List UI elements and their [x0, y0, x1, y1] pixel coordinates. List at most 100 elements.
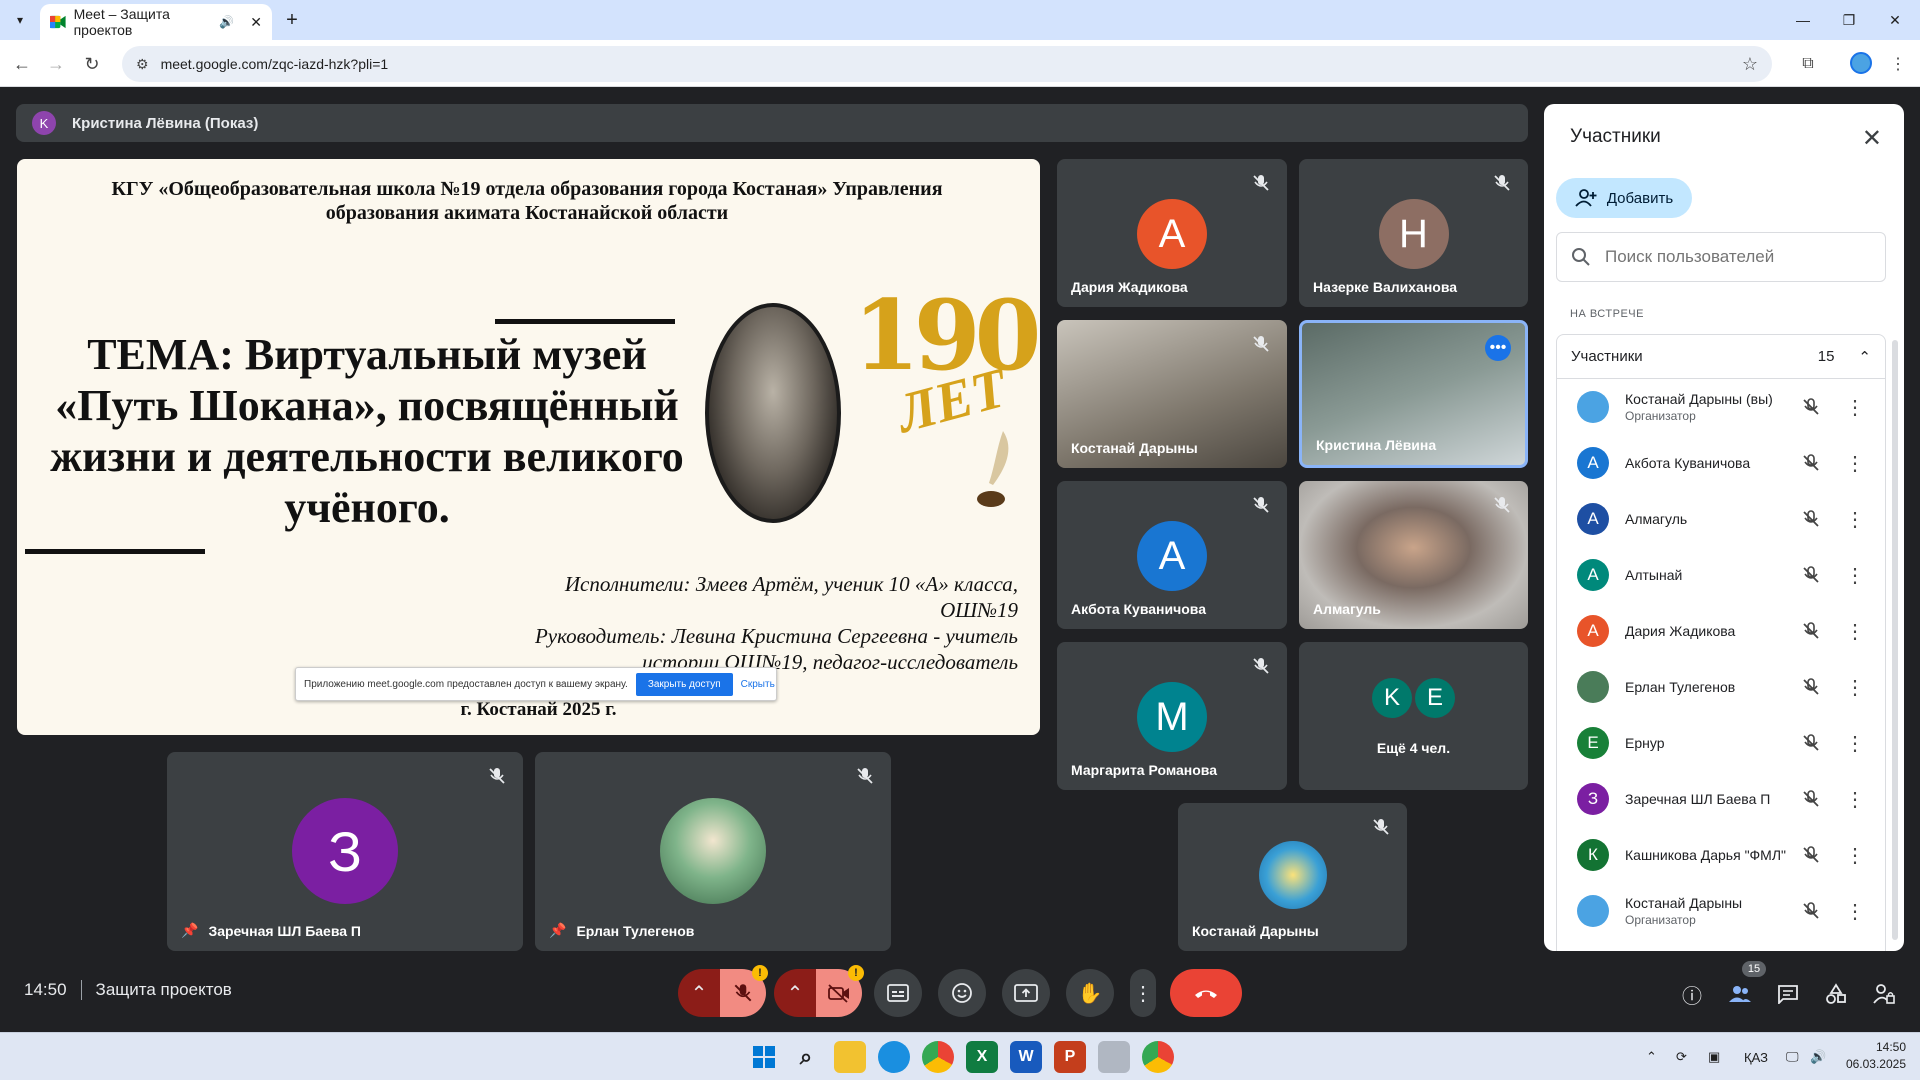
- meeting-details-icon[interactable]: ⓘ: [1678, 980, 1706, 1008]
- excel-icon[interactable]: X: [966, 1041, 998, 1073]
- chrome-icon[interactable]: [1142, 1041, 1174, 1073]
- back-button[interactable]: ←: [8, 50, 36, 78]
- participant-tile[interactable]: Н Назерке Валиханова: [1299, 159, 1528, 307]
- mic-off-icon[interactable]: [1801, 901, 1821, 921]
- new-tab-button[interactable]: +: [280, 8, 304, 32]
- video-options-button[interactable]: ⌃: [774, 969, 816, 1017]
- mic-off-icon[interactable]: [1801, 733, 1821, 753]
- participant-row[interactable]: А Алмагуль ⋮: [1557, 491, 1885, 547]
- leave-call-button[interactable]: [1170, 969, 1242, 1017]
- participant-row[interactable]: А Алтынай ⋮: [1557, 547, 1885, 603]
- participant-tile[interactable]: З 📌 Заречная ШЛ Баева П: [167, 752, 523, 951]
- network-icon[interactable]: 🖵: [1786, 1045, 1799, 1069]
- stop-sharing-button[interactable]: Закрыть доступ: [635, 672, 733, 696]
- chevron-up-icon[interactable]: ⌃: [1858, 348, 1871, 366]
- volume-icon[interactable]: 🔊: [1810, 1045, 1826, 1069]
- mic-off-icon[interactable]: [1801, 565, 1821, 585]
- site-info-icon[interactable]: ⚙: [136, 56, 149, 73]
- close-panel-icon[interactable]: ✕: [1862, 124, 1882, 153]
- bookmark-star-icon[interactable]: ☆: [1742, 54, 1758, 75]
- add-people-button[interactable]: Добавить: [1556, 178, 1692, 218]
- edge-icon[interactable]: [878, 1041, 910, 1073]
- tray-app-icon[interactable]: ⟳: [1676, 1045, 1687, 1069]
- participant-tile[interactable]: Костанай Дарыны: [1178, 803, 1407, 951]
- more-vert-icon[interactable]: ⋮: [1845, 395, 1865, 420]
- participant-row[interactable]: К Кашникова Дарья "ФМЛ" ⋮: [1557, 827, 1885, 883]
- participant-tile[interactable]: 📌 Ерлан Тулегенов: [535, 752, 891, 951]
- participant-video-tile[interactable]: Костанай Дарыны: [1057, 320, 1287, 468]
- present-screen-button[interactable]: [1002, 969, 1050, 1017]
- more-vert-icon[interactable]: ⋮: [1845, 731, 1865, 756]
- participant-row[interactable]: Ерлан Тулегенов ⋮: [1557, 659, 1885, 715]
- mic-off-icon[interactable]: [1801, 621, 1821, 641]
- more-options-button[interactable]: ⋮: [1130, 969, 1156, 1017]
- powerpoint-icon[interactable]: P: [1054, 1041, 1086, 1073]
- tab-search-icon[interactable]: ▾: [8, 8, 32, 32]
- more-vert-icon[interactable]: ⋮: [1845, 787, 1865, 812]
- speaker-icon[interactable]: 🔊: [219, 15, 234, 29]
- mic-off-icon[interactable]: [1801, 845, 1821, 865]
- audio-options-button[interactable]: ⌃: [678, 969, 720, 1017]
- url-text[interactable]: meet.google.com/zqc-iazd-hzk?pli=1: [161, 56, 389, 72]
- more-vert-icon[interactable]: ⋮: [1845, 563, 1865, 588]
- word-icon[interactable]: W: [1010, 1041, 1042, 1073]
- chat-icon[interactable]: [1774, 980, 1802, 1008]
- search-input[interactable]: [1605, 247, 1865, 267]
- participant-tile[interactable]: А Акбота Куваничова: [1057, 481, 1287, 629]
- reload-button[interactable]: ↻: [78, 50, 106, 78]
- mic-off-icon[interactable]: [1801, 453, 1821, 473]
- participants-group-header[interactable]: Участники 15 ⌃: [1557, 335, 1885, 379]
- participant-row[interactable]: Костанай Дарыны Организатор ⋮: [1557, 883, 1885, 939]
- file-explorer-icon[interactable]: [834, 1041, 866, 1073]
- participant-tile[interactable]: А Дария Жадикова: [1057, 159, 1287, 307]
- search-box[interactable]: [1556, 232, 1886, 282]
- extensions-icon[interactable]: ⧉: [1794, 50, 1822, 78]
- minimize-button[interactable]: —: [1780, 0, 1826, 40]
- system-clock[interactable]: 14:50 06.03.2025: [1836, 1039, 1906, 1073]
- more-participants-tile[interactable]: K E Ещё 4 чел.: [1299, 642, 1528, 790]
- mic-off-icon[interactable]: [1801, 677, 1821, 697]
- more-vert-icon[interactable]: ⋮: [1845, 619, 1865, 644]
- hide-notice-button[interactable]: Скрыть: [741, 679, 775, 690]
- mic-off-icon[interactable]: [1801, 509, 1821, 529]
- app-icon[interactable]: [1098, 1041, 1130, 1073]
- menu-icon[interactable]: ⋮: [1884, 50, 1912, 78]
- tray-expand-icon[interactable]: ⌃: [1646, 1045, 1657, 1069]
- mic-off-icon[interactable]: [1801, 789, 1821, 809]
- participant-row[interactable]: А Акбота Куваничова ⋮: [1557, 435, 1885, 491]
- panel-scrollbar[interactable]: [1892, 340, 1898, 940]
- participant-video-tile[interactable]: ••• Кристина Лёвина: [1299, 320, 1528, 468]
- mic-off-icon[interactable]: [1801, 397, 1821, 417]
- more-options-icon[interactable]: •••: [1485, 335, 1511, 361]
- pin-icon[interactable]: 📌: [549, 922, 566, 939]
- raise-hand-button[interactable]: ✋: [1066, 969, 1114, 1017]
- activities-icon[interactable]: [1822, 980, 1850, 1008]
- search-taskbar-icon[interactable]: ⌕: [790, 1041, 822, 1073]
- language-indicator[interactable]: ҚАЗ: [1744, 1045, 1768, 1069]
- participant-row[interactable]: Е Ернур ⋮: [1557, 715, 1885, 771]
- more-vert-icon[interactable]: ⋮: [1845, 843, 1865, 868]
- participant-row[interactable]: Костанай Дарыны (вы) Организатор ⋮: [1557, 379, 1885, 435]
- start-icon[interactable]: [748, 1041, 780, 1073]
- people-icon[interactable]: [1726, 980, 1754, 1008]
- host-controls-icon[interactable]: [1870, 980, 1898, 1008]
- omnibox[interactable]: ⚙ meet.google.com/zqc-iazd-hzk?pli=1 ☆: [122, 46, 1772, 82]
- captions-button[interactable]: [874, 969, 922, 1017]
- pin-icon[interactable]: 📌: [181, 922, 198, 939]
- profile-avatar[interactable]: [1850, 52, 1872, 74]
- tab-close-icon[interactable]: ✕: [250, 14, 262, 31]
- forward-button[interactable]: →: [42, 50, 70, 78]
- tray-app-icon[interactable]: ▣: [1708, 1045, 1720, 1069]
- emoji-reactions-button[interactable]: [938, 969, 986, 1017]
- participant-row[interactable]: З Заречная ШЛ Баева П ⋮: [1557, 771, 1885, 827]
- participant-video-tile[interactable]: Алмагуль: [1299, 481, 1528, 629]
- more-vert-icon[interactable]: ⋮: [1845, 675, 1865, 700]
- more-vert-icon[interactable]: ⋮: [1845, 507, 1865, 532]
- participant-tile[interactable]: М Маргарита Романова: [1057, 642, 1287, 790]
- window-close-button[interactable]: ✕: [1872, 0, 1918, 40]
- restore-button[interactable]: ❐: [1826, 0, 1872, 40]
- more-vert-icon[interactable]: ⋮: [1845, 899, 1865, 924]
- participant-row[interactable]: А Дария Жадикова ⋮: [1557, 603, 1885, 659]
- chrome-icon[interactable]: [922, 1041, 954, 1073]
- more-vert-icon[interactable]: ⋮: [1845, 451, 1865, 476]
